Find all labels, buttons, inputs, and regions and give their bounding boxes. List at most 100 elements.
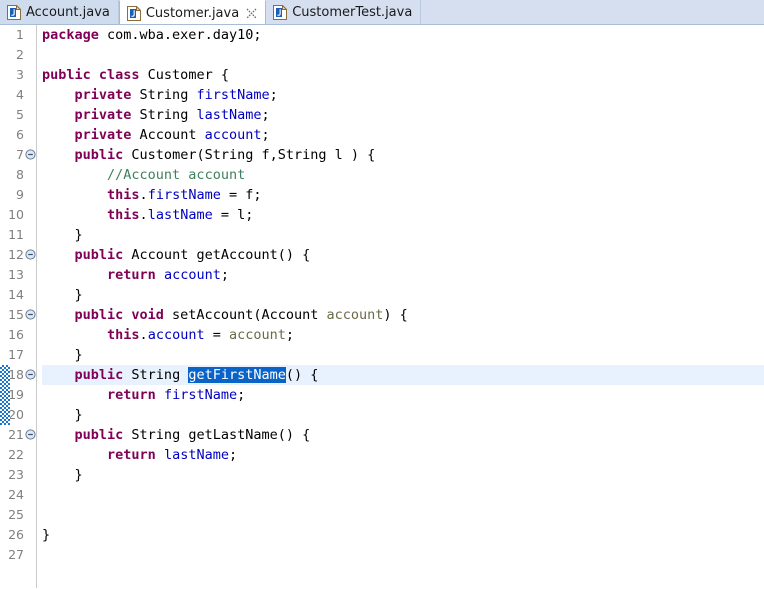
code-line[interactable]: public Customer(String f,String l ) {: [42, 145, 764, 165]
line-number: 2: [16, 47, 24, 62]
collapse-minus-icon[interactable]: [25, 309, 36, 320]
editor-tab-account-java[interactable]: Account.java: [0, 0, 119, 24]
code-token: //Account account: [107, 167, 246, 183]
code-line[interactable]: public class Customer {: [42, 65, 764, 85]
code-line[interactable]: public String getLastName() {: [42, 425, 764, 445]
code-line[interactable]: public Account getAccount() {: [42, 245, 764, 265]
code-token: lastName: [196, 107, 262, 123]
code-line[interactable]: public void setAccount(Account account) …: [42, 305, 764, 325]
collapse-minus-icon[interactable]: [25, 369, 36, 380]
code-token: account: [228, 327, 286, 343]
code-token: account: [204, 127, 262, 143]
code-line[interactable]: }: [42, 525, 764, 545]
line-number: 8: [16, 167, 24, 182]
line-number: 4: [16, 87, 24, 102]
line-number: 9: [16, 187, 24, 202]
line-number: 26: [8, 527, 24, 542]
code-token: getFirstName: [188, 367, 286, 383]
line-number: 27: [8, 547, 24, 562]
code-line[interactable]: private String lastName;: [42, 105, 764, 125]
code-line[interactable]: //Account account: [42, 165, 764, 185]
code-line[interactable]: return firstName;: [42, 385, 764, 405]
code-token: ) {: [383, 307, 408, 323]
code-line[interactable]: public String getFirstName() {: [42, 365, 764, 385]
line-number: 7: [0, 145, 36, 165]
editor-tab-customer-java[interactable]: Customer.java: [118, 0, 267, 24]
code-token: .: [139, 207, 148, 223]
code-line[interactable]: this.firstName = f;: [42, 185, 764, 205]
code-line[interactable]: [42, 485, 764, 505]
code-token: .: [139, 187, 148, 203]
code-line[interactable]: [42, 505, 764, 525]
code-token: public class: [42, 67, 140, 83]
line-number: 12: [0, 245, 36, 265]
java-file-icon: [126, 5, 141, 21]
line-number: 5: [16, 107, 24, 122]
code-line[interactable]: }: [42, 225, 764, 245]
code-line[interactable]: this.lastName = l;: [42, 205, 764, 225]
code-token: firstName: [196, 87, 270, 103]
line-number: 11: [8, 227, 24, 242]
code-line[interactable]: this.account = account;: [42, 325, 764, 345]
code-token: .: [139, 327, 148, 343]
close-icon[interactable]: [246, 8, 257, 19]
code-token: public: [74, 147, 124, 163]
code-line[interactable]: package com.wba.exer.day10;: [42, 25, 764, 45]
code-token: () {: [285, 367, 319, 383]
line-number-ruler[interactable]: 1 2 3 4 5 6 7 8 9 10 11 12 13 14 15 16 17 18 19 20 21 22 23 24 2…: [0, 25, 37, 588]
line-number: 10: [8, 207, 24, 222]
code-line[interactable]: }: [42, 345, 764, 365]
code-token: public: [74, 367, 124, 383]
code-line[interactable]: [42, 45, 764, 65]
collapse-minus-icon[interactable]: [25, 249, 36, 260]
code-token: String getLastName() {: [123, 427, 311, 443]
code-token: ;: [269, 87, 278, 103]
code-token: ;: [220, 267, 229, 283]
collapse-minus-icon[interactable]: [25, 149, 36, 160]
collapse-minus-icon[interactable]: [25, 429, 36, 440]
code-token: ;: [261, 127, 270, 143]
code-token: com.wba.exer.day10;: [98, 27, 262, 43]
code-line[interactable]: return lastName;: [42, 445, 764, 465]
line-number: 21: [0, 425, 36, 445]
code-token: String: [131, 107, 197, 123]
code-line[interactable]: return account;: [42, 265, 764, 285]
line-number: 14: [8, 287, 24, 302]
code-token: String: [123, 367, 189, 383]
code-token: }: [42, 467, 83, 483]
code-token: lastName: [147, 207, 213, 223]
code-line[interactable]: private String firstName;: [42, 85, 764, 105]
code-line[interactable]: private Account account;: [42, 125, 764, 145]
code-line[interactable]: [42, 545, 764, 565]
code-line[interactable]: }: [42, 465, 764, 485]
code-line[interactable]: }: [42, 285, 764, 305]
source-code[interactable]: package com.wba.exer.day10; public class…: [37, 25, 764, 565]
code-token: private: [74, 107, 132, 123]
code-token: account: [147, 327, 205, 343]
code-token: account: [326, 307, 384, 323]
code-token: lastName: [163, 447, 229, 463]
code-token: ;: [237, 387, 246, 403]
code-token: this: [107, 187, 140, 203]
line-number: 25: [8, 507, 24, 522]
code-token: firstName: [147, 187, 221, 203]
code-token: public void: [74, 307, 164, 323]
line-number: 17: [8, 347, 24, 362]
code-token: ;: [228, 447, 238, 463]
editor-tab-label: CustomerTest.java: [292, 5, 413, 20]
code-token: ;: [261, 107, 270, 123]
code-line[interactable]: }: [42, 405, 764, 425]
editor-tab-customertest-java[interactable]: CustomerTest.java: [266, 0, 422, 24]
code-token: ;: [285, 327, 295, 343]
code-token: firstName: [163, 387, 238, 403]
code-viewport[interactable]: package com.wba.exer.day10; public class…: [37, 25, 764, 588]
